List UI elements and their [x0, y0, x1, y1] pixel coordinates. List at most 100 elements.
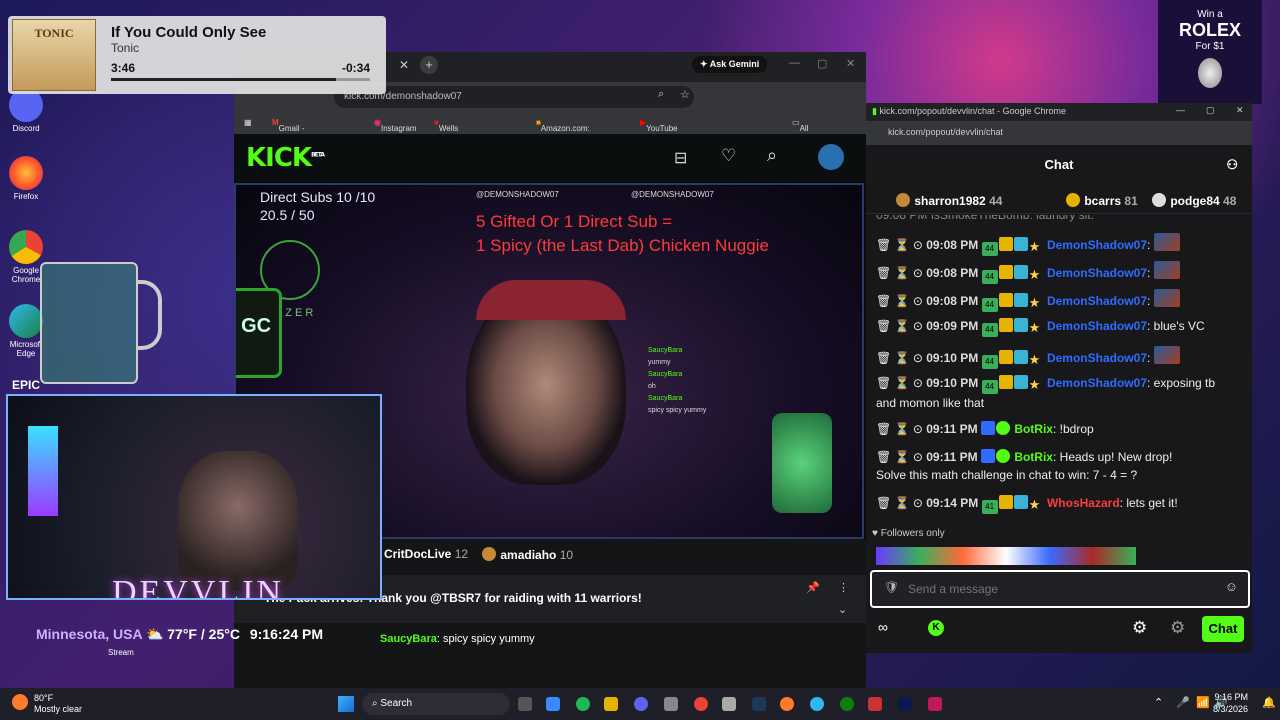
firefox-icon[interactable] — [780, 697, 794, 711]
bookmark-wells-fargo[interactable]: ■ Wells Fargo - Perso... — [434, 118, 466, 151]
more-options-icon[interactable]: ⋮ — [838, 581, 849, 594]
settings-gear-icon[interactable]: ⚙ — [1132, 618, 1147, 638]
chat-username[interactable]: BotRix — [1014, 450, 1053, 464]
stream-desktop-label[interactable]: Stream — [108, 648, 134, 657]
chat-username[interactable]: DemonShadow07 — [1047, 319, 1147, 333]
url-field[interactable]: kick.com/demonshadow07 — [334, 86, 694, 108]
kick-logo[interactable]: KICKBETA — [246, 143, 325, 173]
new-tab-button[interactable]: + — [420, 56, 438, 74]
media-player-widget[interactable]: TONIC If You Could Only See Tonic 3:46 -… — [8, 16, 386, 94]
taskbar-search[interactable]: ⌕ Search — [362, 693, 510, 715]
indesign-icon[interactable] — [928, 697, 942, 711]
maximize-icon[interactable]: ▢ — [1206, 105, 1215, 116]
rolex-ad[interactable]: Win a ROLEX For $1 — [1158, 0, 1262, 104]
delete-icon[interactable]: 🗑 — [876, 266, 895, 280]
bookmark-star-icon[interactable]: ☆ — [680, 88, 690, 101]
chat-username[interactable]: DemonShadow07 — [1047, 376, 1147, 390]
track-progress[interactable] — [111, 78, 370, 81]
emoji-icon[interactable]: ☺ — [1225, 579, 1238, 594]
gifter-sharron1982[interactable]: sharron1982 44 — [896, 193, 1002, 208]
mod-settings-icon[interactable]: ⚙ — [1170, 618, 1185, 638]
notification-bell-icon[interactable]: 🔔 — [1262, 696, 1276, 709]
kick-k-icon[interactable]: K — [928, 620, 944, 636]
file-explorer-icon[interactable] — [604, 697, 618, 711]
chat-message[interactable]: 🗑 ⏳ ⊙ 09:08 PM 44 ★ DemonShadow07: — [876, 261, 1246, 284]
pin-icon[interactable]: 📌 — [806, 581, 820, 594]
timeout-icon[interactable]: ⏳ — [895, 266, 913, 280]
apps-grid-icon[interactable]: ▦ — [244, 118, 252, 127]
chat-message[interactable]: 🗑 ⏳ ⊙ 09:11 PM BotRix: Heads up! New dro… — [876, 448, 1246, 484]
edge-icon[interactable] — [810, 697, 824, 711]
chevron-down-icon[interactable]: ⌄ — [838, 603, 847, 616]
chat-message[interactable]: 🗑 ⏳ ⊙ 09:09 PM 44 ★ DemonShadow07: blue's… — [876, 317, 1246, 337]
gifter-bcarrs[interactable]: bcarrs 81 — [1066, 193, 1138, 208]
obs-icon[interactable] — [664, 697, 678, 711]
weather-moon-icon[interactable] — [12, 694, 28, 710]
delete-icon[interactable]: 🗑 — [876, 496, 895, 510]
delete-icon[interactable]: 🗑 — [876, 238, 895, 252]
chrome-icon[interactable] — [694, 697, 708, 711]
delete-icon[interactable]: 🗑 — [876, 319, 895, 333]
steam-icon[interactable] — [752, 697, 766, 711]
windows-start-icon[interactable] — [338, 696, 354, 712]
bookmark-instagram[interactable]: ◉ Instagram — [374, 118, 417, 133]
minimize-icon[interactable]: — — [789, 57, 800, 69]
chat-url-bar[interactable]: kick.com/popout/devvlin/chat — [866, 121, 1252, 145]
photoshop-icon[interactable] — [898, 697, 912, 711]
timeout-icon[interactable]: ⏳ — [895, 351, 913, 365]
spotify-icon[interactable] — [576, 697, 590, 711]
bookmark-amazon[interactable]: ■ Amazon.com: Onlin... — [536, 118, 590, 142]
close-window-icon[interactable]: ✕ — [846, 57, 855, 70]
timeout-icon[interactable]: ⏳ — [895, 450, 913, 464]
following-heart-icon[interactable]: ♡ — [721, 146, 736, 166]
zoom-icon[interactable]: ⌕ — [658, 88, 664, 101]
message-input[interactable] — [908, 578, 1208, 600]
chat-message[interactable]: 🗑 ⏳ ⊙ 09:14 PM 41 ★ WhosHazard: lets get … — [876, 494, 1246, 514]
chat-username[interactable]: WhosHazard — [1047, 496, 1120, 510]
chat-username[interactable]: DemonShadow07 — [1047, 238, 1147, 252]
timeout-icon[interactable]: ⏳ — [895, 319, 913, 333]
delete-icon[interactable]: 🗑 — [876, 450, 895, 464]
maximize-icon[interactable]: ▢ — [817, 57, 827, 70]
user-list-icon[interactable]: ⚇ — [1226, 157, 1238, 173]
xbox-icon[interactable] — [840, 697, 854, 711]
chat-username[interactable]: DemonShadow07 — [1047, 294, 1147, 308]
search-icon[interactable]: ⌕ — [767, 145, 777, 166]
chat-message[interactable]: 🗑 ⏳ ⊙ 09:11 PM BotRix: !bdrop — [876, 420, 1246, 438]
chat-username[interactable]: DemonShadow07 — [1047, 266, 1147, 280]
gifter-amadiaho[interactable]: amadiaho 10 — [482, 547, 573, 562]
close-tab-icon[interactable]: ✕ — [399, 58, 409, 72]
emote-bar[interactable] — [876, 547, 1136, 565]
chevron-up-icon[interactable]: ⌃ — [1154, 696, 1163, 709]
bookmark-youtube[interactable]: ▶ YouTube — [640, 118, 678, 133]
delete-icon[interactable]: 🗑 — [876, 422, 895, 436]
ask-gemini-button[interactable]: ✦ Ask Gemini — [692, 56, 768, 73]
chat-message[interactable]: 🗑 ⏳ ⊙ 09:08 PM 44 ★ DemonShadow07: — [876, 289, 1246, 312]
message-input-box[interactable]: 🛡 ☺ — [870, 570, 1250, 608]
timeout-icon[interactable]: ⏳ — [895, 376, 913, 390]
app-icon[interactable] — [868, 697, 882, 711]
copilot-icon[interactable] — [546, 697, 560, 711]
timeout-icon[interactable]: ⏳ — [895, 496, 913, 510]
browse-icon[interactable]: ⊟ — [674, 148, 687, 168]
chat-username[interactable]: DemonShadow07 — [1047, 351, 1147, 365]
send-chat-button[interactable]: Chat — [1202, 616, 1244, 642]
gifter-podge84[interactable]: podge84 48 — [1152, 193, 1236, 208]
all-bookmarks[interactable]: ▭ All Bookmarks — [792, 118, 840, 142]
avatar[interactable] — [818, 144, 844, 170]
delete-icon[interactable]: 🗑 — [876, 294, 895, 308]
delete-icon[interactable]: 🗑 — [876, 351, 895, 365]
bookmark-gmail[interactable]: M Gmail - Inbox (32,48... — [272, 118, 308, 151]
clock-date[interactable]: 8/3/2026 — [1206, 704, 1248, 714]
discord-icon[interactable] — [634, 697, 648, 711]
microphone-icon[interactable]: 🎤 — [1176, 696, 1190, 709]
timeout-icon[interactable]: ⏳ — [895, 238, 913, 252]
chat-username[interactable]: BotRix — [1014, 422, 1053, 436]
chat-message[interactable]: 🗑 ⏳ ⊙ 09:10 PM 44 ★ DemonShadow07: exposi… — [876, 374, 1246, 412]
minimize-icon[interactable]: — — [1176, 105, 1185, 115]
close-window-icon[interactable]: ✕ — [1236, 105, 1244, 116]
taskview-icon[interactable] — [518, 697, 532, 711]
points-icon[interactable]: ∞ — [878, 619, 888, 635]
chat-message-list[interactable]: 09:08 PM IsSmokeTheBomb: laundry sit. 🗑 … — [866, 215, 1252, 520]
chat-message[interactable]: 🗑 ⏳ ⊙ 09:10 PM 44 ★ DemonShadow07: — [876, 346, 1246, 369]
